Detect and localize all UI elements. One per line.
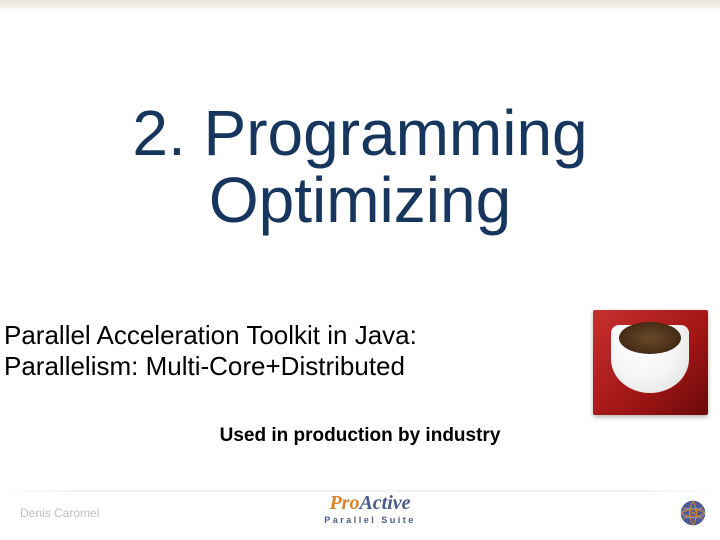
coffee-beans-image — [593, 310, 708, 415]
top-decorative-band — [0, 0, 720, 10]
footer-author: Denis Caromel — [20, 506, 99, 520]
title-block: 2. Programming Optimizing — [0, 100, 720, 234]
logo-part-1: Pro — [329, 492, 359, 514]
globe-icon — [678, 498, 708, 528]
title-line-2: Optimizing — [0, 167, 720, 234]
logo-subtitle: Parallel Suite — [295, 515, 445, 525]
tagline-block: Used in production by industry — [0, 425, 720, 447]
logo-part-2: Active — [359, 492, 410, 514]
tagline-text: Used in production by industry — [220, 425, 501, 446]
footer-logo: ProActive Parallel Suite — [295, 492, 445, 532]
logo-main: ProActive — [295, 492, 445, 515]
coffee-beans-graphic — [619, 322, 681, 354]
title-line-1: 2. Programming — [0, 100, 720, 167]
